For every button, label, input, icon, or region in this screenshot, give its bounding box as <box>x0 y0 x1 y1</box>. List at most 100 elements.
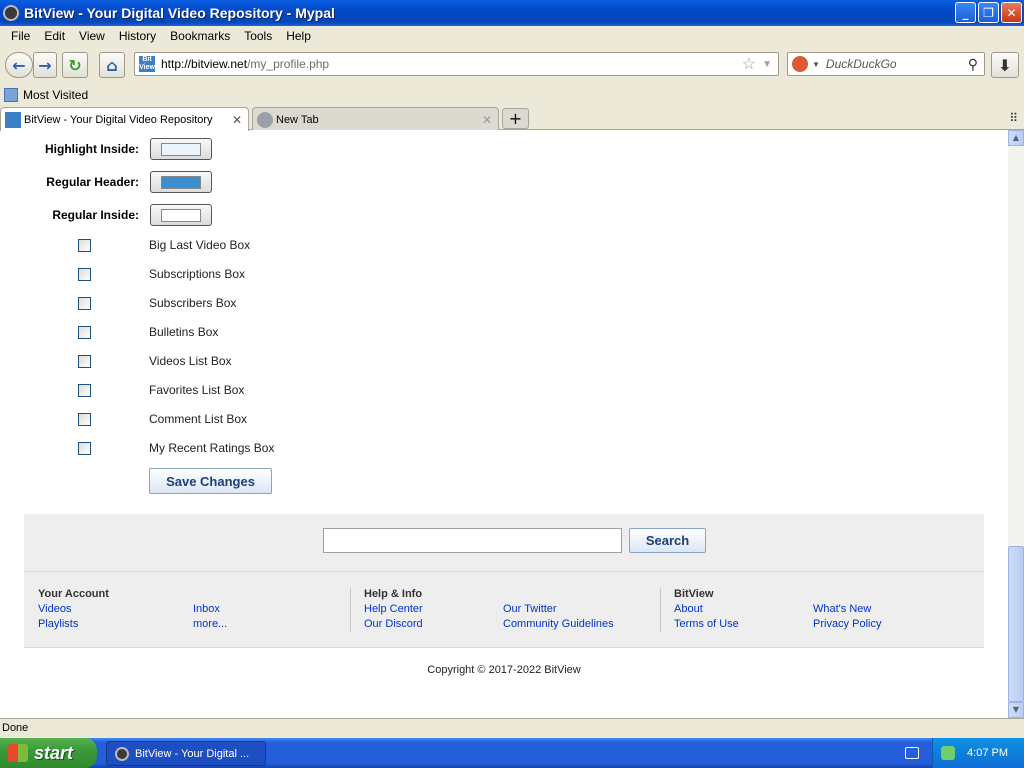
menu-file[interactable]: File <box>4 29 37 43</box>
big-last-video-checkbox[interactable] <box>78 239 91 252</box>
comment-list-checkbox[interactable] <box>78 413 91 426</box>
checkbox-label: Big Last Video Box <box>149 238 251 252</box>
url-host: http://bitview.net <box>161 57 248 71</box>
footer-link-twitter[interactable]: Our Twitter <box>503 603 557 615</box>
footer-link-discord[interactable]: Our Discord <box>364 618 423 630</box>
search-engine-box[interactable]: ▼ DuckDuckGo ⚲ <box>787 52 985 76</box>
footer-divider <box>350 588 351 632</box>
menu-tools[interactable]: Tools <box>237 29 279 43</box>
duckduckgo-icon[interactable] <box>792 56 808 72</box>
page-content: Highlight Inside: Regular Header: Regula… <box>0 130 1008 718</box>
save-changes-button[interactable]: Save Changes <box>149 468 272 494</box>
vertical-scrollbar[interactable]: ▲ ▼ <box>1008 130 1024 718</box>
globe-icon <box>257 111 273 128</box>
start-button[interactable]: start <box>0 738 97 768</box>
recent-ratings-checkbox[interactable] <box>78 442 91 455</box>
tab-new-tab[interactable]: New Tab ✕ <box>252 107 499 131</box>
scroll-down-icon[interactable]: ▼ <box>1008 702 1024 718</box>
footer-link-privacy[interactable]: Privacy Policy <box>813 618 881 630</box>
plus-icon: + <box>508 109 523 128</box>
bitview-tab-icon <box>5 111 21 128</box>
footer-link-more[interactable]: more... <box>193 618 227 630</box>
footer-link-whats-new[interactable]: What's New <box>813 603 871 615</box>
menu-history[interactable]: History <box>112 29 163 43</box>
favorites-list-checkbox[interactable] <box>78 384 91 397</box>
search-magnifier-icon[interactable]: ⚲ <box>968 56 978 73</box>
footer-search-bar: Search <box>24 514 984 572</box>
clock[interactable]: 4:07 PM <box>967 747 1008 759</box>
color-swatch <box>161 176 201 189</box>
checkbox-label: Videos List Box <box>149 354 232 368</box>
back-arrow-icon: ← <box>12 55 26 75</box>
checkbox-label: Subscribers Box <box>149 296 237 310</box>
windows-taskbar: start BitView - Your Digital ... 4:07 PM <box>0 738 1024 768</box>
checkbox-label: Subscriptions Box <box>149 267 246 281</box>
tab-close-icon[interactable]: ✕ <box>482 113 492 127</box>
menu-view[interactable]: View <box>72 29 112 43</box>
footer-heading-account: Your Account <box>38 588 109 600</box>
subscribers-checkbox[interactable] <box>78 297 91 310</box>
maximize-button[interactable]: ❐ <box>978 2 999 23</box>
footer-link-guidelines[interactable]: Community Guidelines <box>503 618 614 630</box>
new-tab-button[interactable]: + <box>502 108 529 129</box>
videos-list-checkbox[interactable] <box>78 355 91 368</box>
scrollbar-thumb[interactable] <box>1008 546 1024 702</box>
checkbox-label: My Recent Ratings Box <box>149 441 275 455</box>
mypal-taskbar-icon <box>115 746 129 761</box>
close-button[interactable]: ✕ <box>1001 2 1022 23</box>
home-icon: ⌂ <box>106 55 118 75</box>
regular-header-color-picker[interactable] <box>150 171 212 193</box>
most-visited-link[interactable]: Most Visited <box>23 88 88 102</box>
tab-list-icon[interactable]: ⠿ <box>1009 111 1018 125</box>
color-label: Regular Header: <box>46 175 139 189</box>
address-bar[interactable]: Bit View http://bitview.net/my_profile.ph… <box>134 52 779 76</box>
tab-close-icon[interactable]: ✕ <box>232 113 242 127</box>
search-engine-dropdown-icon[interactable]: ▼ <box>812 60 820 69</box>
highlight-inside-row: Highlight Inside: <box>0 138 300 160</box>
download-arrow-icon: ⬇ <box>998 55 1012 75</box>
navigation-toolbar: ← → ↻ ⌂ Bit View http://bitview.net/my_pr… <box>0 46 1024 84</box>
bookmark-star-icon[interactable]: ☆ <box>742 54 756 74</box>
menu-bookmarks[interactable]: Bookmarks <box>163 29 237 43</box>
regular-inside-color-picker[interactable] <box>150 204 212 226</box>
scroll-up-icon[interactable]: ▲ <box>1008 130 1024 146</box>
tab-strip: BitView - Your Digital Video Repository … <box>0 105 1024 131</box>
checkbox-row-bulletins: Bulletins Box <box>0 324 400 342</box>
menu-edit[interactable]: Edit <box>37 29 72 43</box>
status-bar: Done <box>0 718 1024 738</box>
system-tray: 4:07 PM <box>932 738 1024 768</box>
keyboard-layout-icon[interactable] <box>905 747 919 759</box>
footer-link-help-center[interactable]: Help Center <box>364 603 423 615</box>
home-button[interactable]: ⌂ <box>99 52 125 78</box>
checkbox-label: Bulletins Box <box>149 325 219 339</box>
footer-link-playlists[interactable]: Playlists <box>38 618 78 630</box>
network-tray-icon[interactable] <box>941 746 956 760</box>
reload-button[interactable]: ↻ <box>62 52 88 78</box>
window-title: BitView - Your Digital Video Repository … <box>24 5 335 21</box>
subscriptions-checkbox[interactable] <box>78 268 91 281</box>
checkbox-row-big-last-video: Big Last Video Box <box>0 237 400 255</box>
tab-bitview[interactable]: BitView - Your Digital Video Repository … <box>0 107 249 131</box>
checkbox-row-comment-list: Comment List Box <box>0 411 400 429</box>
mypal-app-icon <box>3 5 19 21</box>
bitview-favicon-icon: Bit View <box>139 56 155 72</box>
url-dropdown-icon[interactable]: ▼ <box>762 59 772 70</box>
footer-link-videos[interactable]: Videos <box>38 603 71 615</box>
forward-button[interactable]: → <box>33 52 57 78</box>
status-text: Done <box>2 722 29 734</box>
highlight-inside-color-picker[interactable] <box>150 138 212 160</box>
downloads-button[interactable]: ⬇ <box>991 52 1019 78</box>
regular-inside-row: Regular Inside: <box>0 204 300 226</box>
back-button[interactable]: ← <box>5 52 33 78</box>
taskbar-item-mypal[interactable]: BitView - Your Digital ... <box>106 741 266 766</box>
color-label: Highlight Inside: <box>45 142 139 156</box>
bulletins-checkbox[interactable] <box>78 326 91 339</box>
footer-link-inbox[interactable]: Inbox <box>193 603 220 615</box>
footer-search-button[interactable]: Search <box>629 528 706 553</box>
copyright-text: Copyright © 2017-2022 BitView <box>427 664 581 676</box>
footer-search-input[interactable] <box>323 528 622 553</box>
footer-link-terms[interactable]: Terms of Use <box>674 618 739 630</box>
footer-link-about[interactable]: About <box>674 603 703 615</box>
menu-help[interactable]: Help <box>279 29 318 43</box>
minimize-button[interactable]: _ <box>955 2 976 23</box>
